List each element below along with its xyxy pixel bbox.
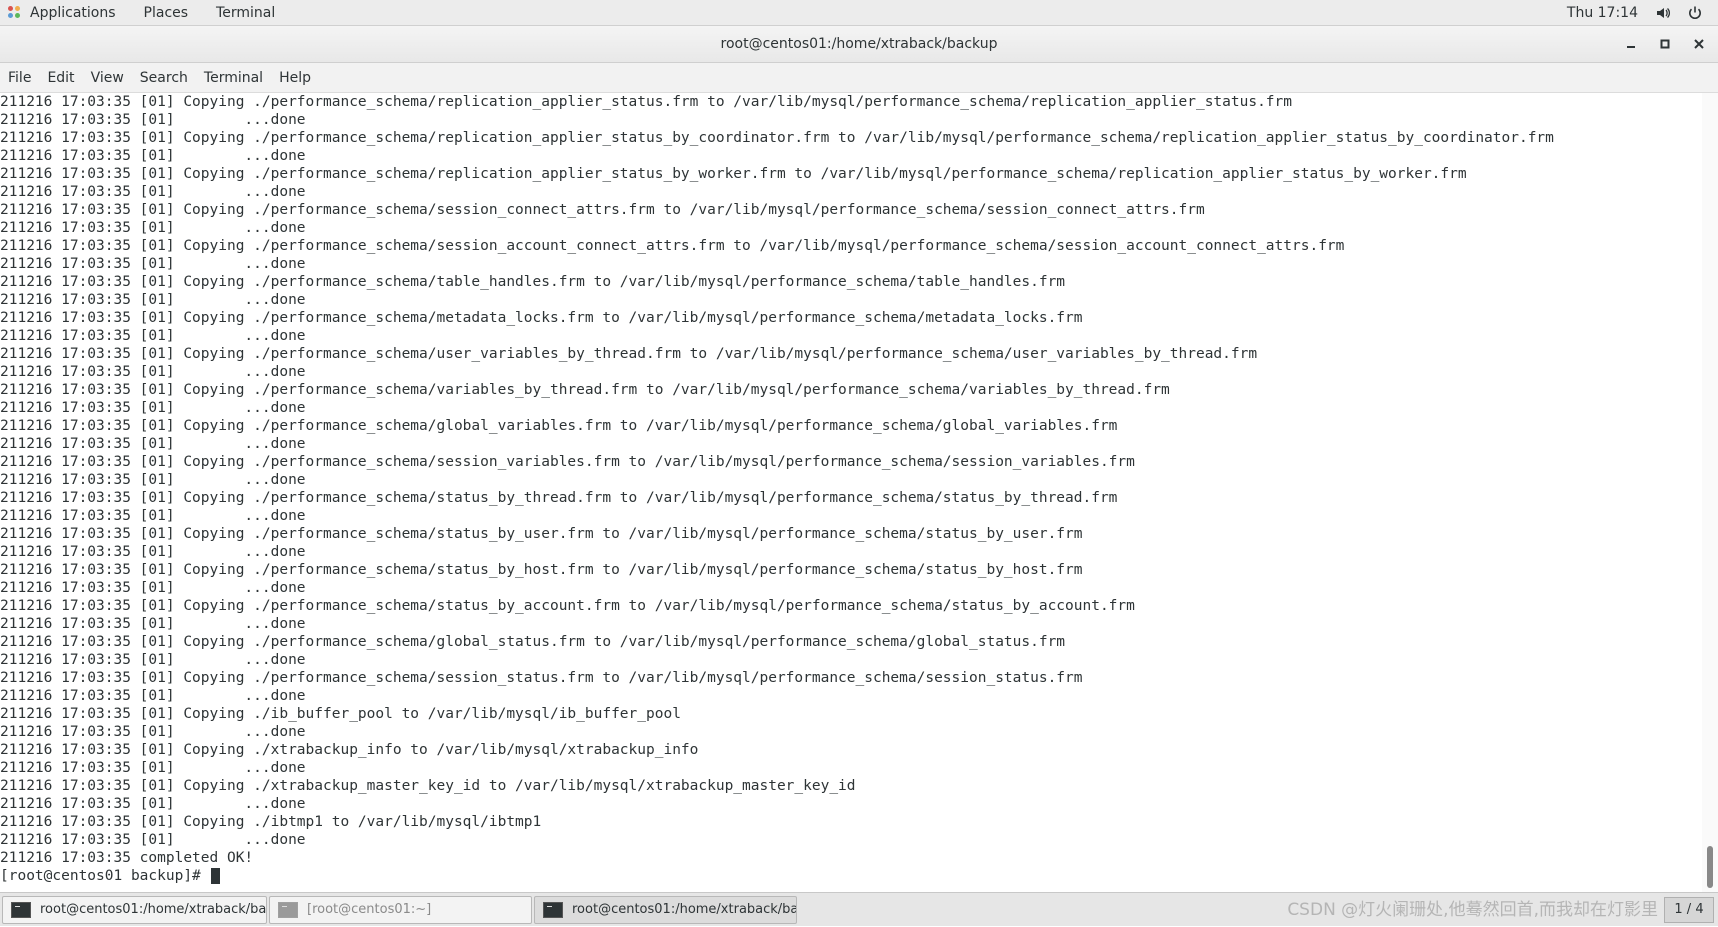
terminal-icon <box>11 901 31 918</box>
terminal-line: 211216 17:03:35 [01] ...done <box>0 292 306 308</box>
terminal-line: 211216 17:03:35 [01] ...done <box>0 760 306 776</box>
power-icon[interactable] <box>1686 4 1704 22</box>
taskbar-item-terminal-1[interactable]: root@centos01:/home/xtraback/ba... <box>2 895 267 924</box>
menu-search[interactable]: Search <box>132 70 196 86</box>
menu-terminal[interactable]: Terminal <box>196 70 271 86</box>
terminal-menubar: File Edit View Search Terminal Help <box>0 63 1718 93</box>
terminal-line: 211216 17:03:35 [01] Copying ./xtrabacku… <box>0 778 856 794</box>
menu-help[interactable]: Help <box>271 70 319 86</box>
menu-file[interactable]: File <box>0 70 39 86</box>
terminal-line: 211216 17:03:35 [01] Copying ./performan… <box>0 598 1135 614</box>
clock[interactable]: Thu 17:14 <box>1551 5 1654 21</box>
top-menu: Applications Places Terminal <box>0 0 289 25</box>
terminal-line: 211216 17:03:35 [01] Copying ./performan… <box>0 526 1083 542</box>
taskbar-item-label: [root@centos01:~] <box>307 902 432 917</box>
workspace-pager[interactable]: 1 / 4 <box>1664 897 1714 923</box>
terminal-line: 211216 17:03:35 [01] ...done <box>0 544 306 560</box>
terminal-line: 211216 17:03:35 [01] ...done <box>0 616 306 632</box>
terminal-line: 211216 17:03:35 [01] Copying ./performan… <box>0 418 1118 434</box>
terminal-line: 211216 17:03:35 [01] ...done <box>0 328 306 344</box>
applications-label: Applications <box>30 4 116 21</box>
window-title: root@centos01:/home/xtraback/backup <box>720 36 998 52</box>
terminal-line: 211216 17:03:35 completed OK! <box>0 850 254 866</box>
terminal-line: 211216 17:03:35 [01] Copying ./performan… <box>0 670 1083 686</box>
terminal-line: 211216 17:03:35 [01] Copying ./performan… <box>0 94 1293 110</box>
volume-icon[interactable] <box>1654 4 1672 22</box>
terminal-line: 211216 17:03:35 [01] Copying ./performan… <box>0 382 1170 398</box>
terminal-line: 211216 17:03:35 [01] ...done <box>0 508 306 524</box>
window-titlebar[interactable]: root@centos01:/home/xtraback/backup <box>0 26 1718 63</box>
terminal-line: 211216 17:03:35 [01] ...done <box>0 724 306 740</box>
text-cursor <box>210 868 220 884</box>
terminal-output[interactable]: 211216 17:03:35 [01] Copying ./performan… <box>0 93 1700 892</box>
terminal-line: 211216 17:03:35 [01] Copying ./ib_buffer… <box>0 706 681 722</box>
terminal-line: 211216 17:03:35 [01] ...done <box>0 472 306 488</box>
terminal-line: 211216 17:03:35 [01] Copying ./performan… <box>0 562 1083 578</box>
csdn-watermark: CSDN @灯火阑珊处,他蓦然回首,而我却在灯影里 <box>1287 900 1658 920</box>
terminal-line: 211216 17:03:35 [01] ...done <box>0 580 306 596</box>
taskbar-item-label: root@centos01:/home/xtraback/bac... <box>572 902 797 917</box>
terminal-line: 211216 17:03:35 [01] ...done <box>0 256 306 272</box>
terminal-line: 211216 17:03:35 [01] Copying ./xtrabacku… <box>0 742 699 758</box>
taskbar-item-terminal-3[interactable]: root@centos01:/home/xtraback/bac... <box>534 895 797 924</box>
terminal-line: 211216 17:03:35 [01] ...done <box>0 436 306 452</box>
taskbar-item-label: root@centos01:/home/xtraback/ba... <box>40 902 267 917</box>
prompt-text: [root@centos01 backup]# <box>0 868 210 884</box>
terminal-icon <box>278 901 298 918</box>
close-icon[interactable] <box>1685 26 1713 62</box>
terminal-lines: 211216 17:03:35 [01] Copying ./performan… <box>0 93 1554 885</box>
terminal-line: 211216 17:03:35 [01] Copying ./performan… <box>0 310 1083 326</box>
terminal-line: 211216 17:03:35 [01] ...done <box>0 400 306 416</box>
maximize-icon[interactable] <box>1651 26 1679 62</box>
terminal-line: 211216 17:03:35 [01] Copying ./performan… <box>0 634 1066 650</box>
applications-icon <box>8 5 22 20</box>
terminal-line: 211216 17:03:35 [01] Copying ./performan… <box>0 274 1066 290</box>
terminal-line: 211216 17:03:35 [01] ...done <box>0 184 306 200</box>
terminal-line: 211216 17:03:35 [01] Copying ./performan… <box>0 454 1135 470</box>
terminal-line: 211216 17:03:35 [01] Copying ./performan… <box>0 346 1258 362</box>
minimize-icon[interactable] <box>1617 26 1645 62</box>
terminal-scrollbar[interactable] <box>1702 93 1718 892</box>
terminal-line: 211216 17:03:35 [01] ...done <box>0 796 306 812</box>
terminal-line: 211216 17:03:35 [01] ...done <box>0 652 306 668</box>
terminal-line: 211216 17:03:35 [01] Copying ./performan… <box>0 166 1467 182</box>
terminal-line: 211216 17:03:35 [01] ...done <box>0 688 306 704</box>
terminal-line: 211216 17:03:35 [01] Copying ./performan… <box>0 130 1554 146</box>
top-bar: Applications Places Terminal Thu 17:14 <box>0 0 1718 26</box>
terminal-line: 211216 17:03:35 [01] Copying ./ibtmp1 to… <box>0 814 542 830</box>
terminal-line: 211216 17:03:35 [01] Copying ./performan… <box>0 238 1345 254</box>
scrollbar-thumb[interactable] <box>1707 846 1713 888</box>
terminal-line: 211216 17:03:35 [01] ...done <box>0 220 306 236</box>
terminal-app-menu[interactable]: Terminal <box>202 0 289 25</box>
window-list-taskbar: root@centos01:/home/xtraback/ba... [root… <box>0 892 1718 926</box>
menu-edit[interactable]: Edit <box>39 70 82 86</box>
menu-view[interactable]: View <box>83 70 132 86</box>
terminal-line: 211216 17:03:35 [01] ...done <box>0 112 306 128</box>
taskbar-item-terminal-2[interactable]: [root@centos01:~] <box>269 895 532 924</box>
terminal-line: 211216 17:03:35 [01] Copying ./performan… <box>0 202 1205 218</box>
applications-menu[interactable]: Applications <box>0 0 130 25</box>
terminal-line: 211216 17:03:35 [01] ...done <box>0 364 306 380</box>
terminal-line: 211216 17:03:35 [01] ...done <box>0 148 306 164</box>
shell-prompt[interactable]: [root@centos01 backup]# <box>0 867 1554 885</box>
terminal-line: 211216 17:03:35 [01] Copying ./performan… <box>0 490 1118 506</box>
places-menu[interactable]: Places <box>130 0 203 25</box>
terminal-line: 211216 17:03:35 [01] ...done <box>0 832 306 848</box>
terminal-icon <box>543 901 563 918</box>
